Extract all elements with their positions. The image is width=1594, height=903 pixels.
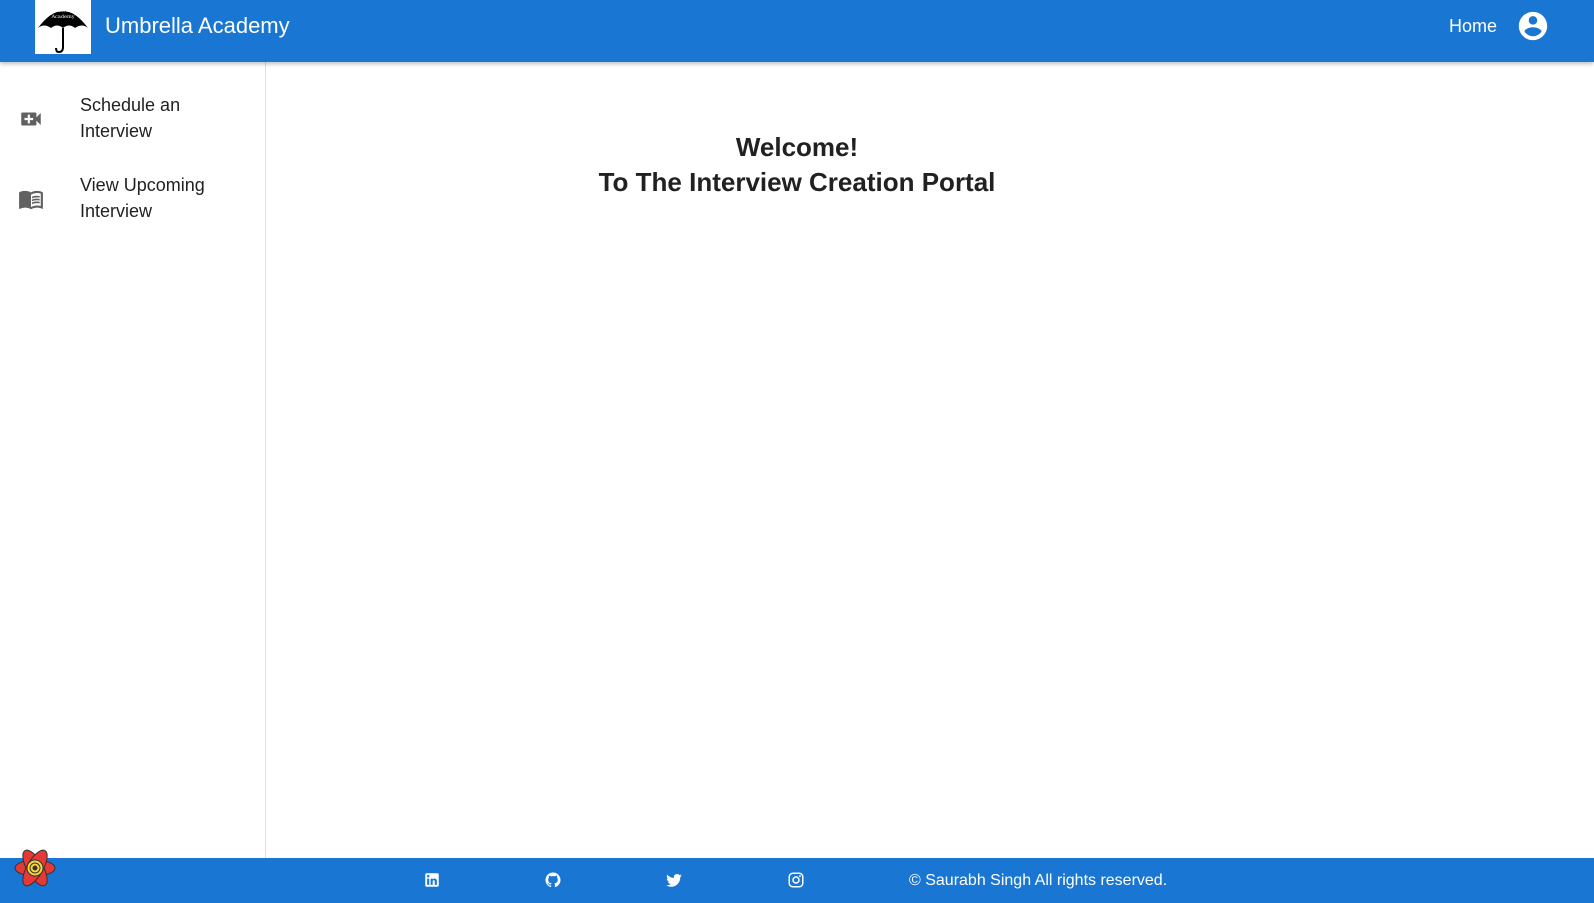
sidebar-item-label: Schedule an Interview (80, 95, 181, 141)
video-call-icon (18, 106, 44, 132)
home-link[interactable]: Home (1449, 15, 1497, 37)
sidebar-item-schedule-interview[interactable]: Schedule an Interview (0, 80, 265, 158)
twitter-icon[interactable] (665, 871, 683, 889)
app-bar: Umbrella Academy Umbrella Academy Home (0, 0, 1594, 62)
welcome-heading: Welcome! To The Interview Creation Porta… (532, 130, 1062, 200)
umbrella-logo-icon[interactable]: Umbrella Academy (35, 0, 91, 54)
app-title: Umbrella Academy (105, 13, 290, 38)
react-logo-icon[interactable] (12, 846, 58, 890)
github-icon[interactable] (544, 871, 562, 889)
sidebar: Schedule an Interview View Upcoming Inte… (0, 62, 266, 858)
welcome-subtitle: To The Interview Creation Portal (598, 167, 996, 197)
copyright-text: © Saurabh Singh All rights reserved. (909, 872, 1168, 889)
menu-book-icon (18, 186, 44, 212)
linkedin-icon[interactable] (423, 871, 441, 889)
sidebar-item-view-upcoming-interview[interactable]: View Upcoming Interview (0, 160, 265, 238)
account-circle-icon[interactable] (1516, 9, 1550, 43)
welcome-title: Welcome! (735, 132, 859, 162)
svg-text:Academy: Academy (50, 14, 74, 20)
sidebar-item-label: View Upcoming Interview (80, 175, 205, 221)
instagram-icon[interactable] (787, 871, 805, 889)
main-content: Welcome! To The Interview Creation Porta… (266, 62, 1594, 858)
footer: © Saurabh Singh All rights reserved. (0, 858, 1594, 903)
